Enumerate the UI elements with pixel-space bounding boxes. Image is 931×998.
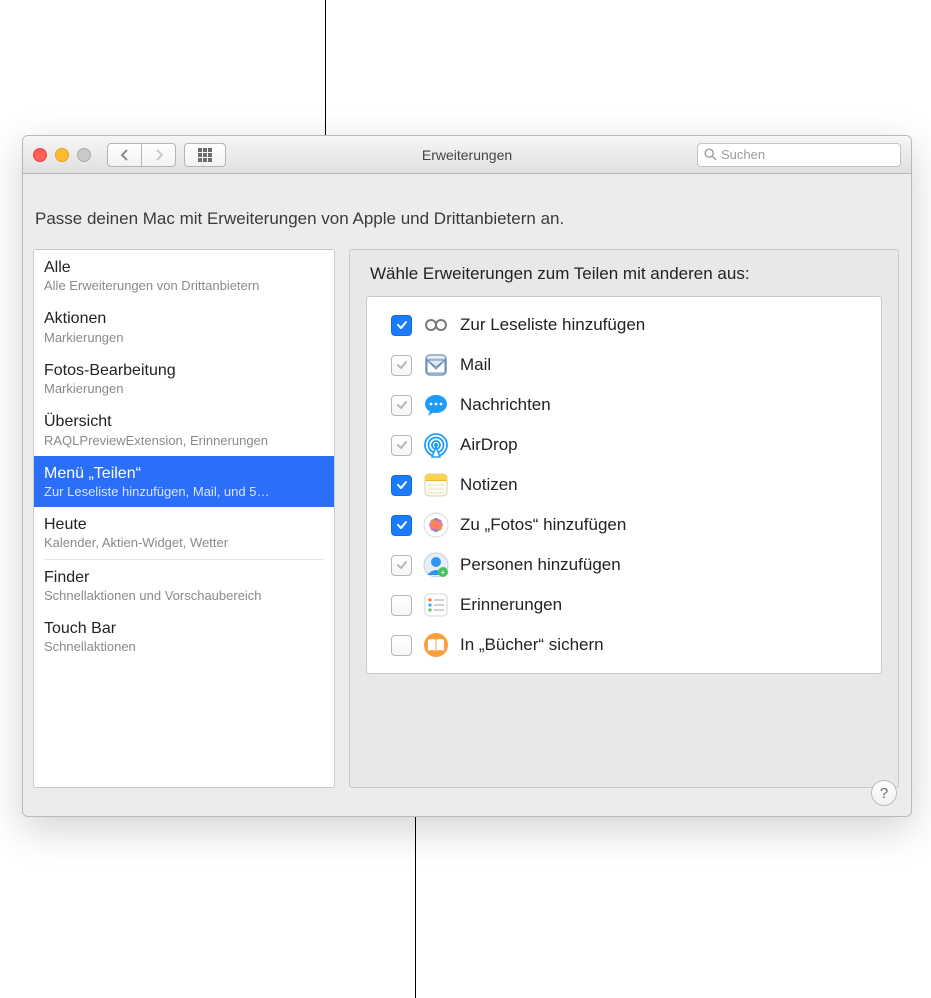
books-icon [422, 631, 450, 659]
sidebar-item-title: Aktionen [44, 309, 324, 328]
notes-icon [422, 471, 450, 499]
extension-row-airdrop: AirDrop [371, 425, 877, 465]
checkbox[interactable] [391, 355, 412, 376]
extension-label: In „Bücher“ sichern [460, 635, 604, 655]
sidebar-item-subtitle: RAQLPreviewExtension, Erinnerungen [44, 433, 324, 449]
checkbox[interactable] [391, 595, 412, 616]
sidebar-item-title: Touch Bar [44, 619, 324, 638]
window-controls [33, 148, 91, 162]
extension-label: Zu „Fotos“ hinzufügen [460, 515, 626, 535]
forward-button[interactable] [142, 143, 176, 167]
extension-row-books: In „Bücher“ sichern [371, 625, 877, 665]
sidebar-item-share-menu[interactable]: Menü „Teilen“ Zur Leseliste hinzufügen, … [34, 456, 334, 507]
sidebar-item-quicklook[interactable]: Übersicht RAQLPreviewExtension, Erinneru… [34, 404, 334, 455]
sidebar-item-subtitle: Zur Leseliste hinzufügen, Mail, und 5… [44, 484, 324, 500]
extension-list: Zur Leseliste hinzufügen Mail Nachrichte… [366, 296, 882, 674]
panel-heading: Wähle Erweiterungen zum Teilen mit ander… [370, 264, 882, 284]
nav-group [107, 143, 176, 167]
page-description: Passe deinen Mac mit Erweiterungen von A… [35, 209, 564, 229]
checkbox[interactable] [391, 555, 412, 576]
extension-label: Personen hinzufügen [460, 555, 621, 575]
search-input[interactable]: Suchen [697, 143, 901, 167]
checkbox[interactable] [391, 435, 412, 456]
extension-label: Mail [460, 355, 491, 375]
sidebar-item-finder[interactable]: Finder Schnellaktionen und Vorschauberei… [34, 560, 334, 611]
grid-icon [198, 148, 212, 162]
search-icon [704, 148, 717, 161]
extension-label: AirDrop [460, 435, 518, 455]
sidebar-item-subtitle: Kalender, Aktien-Widget, Wetter [44, 535, 324, 551]
extension-label: Nachrichten [460, 395, 551, 415]
checkbox[interactable] [391, 635, 412, 656]
sidebar-item-title: Menü „Teilen“ [44, 464, 324, 483]
sidebar-item-today[interactable]: Heute Kalender, Aktien-Widget, Wetter [34, 507, 334, 558]
extension-row-notes: Notizen [371, 465, 877, 505]
checkbox[interactable] [391, 395, 412, 416]
mail-icon [422, 351, 450, 379]
sidebar-item-subtitle: Markierungen [44, 330, 324, 346]
sidebar-item-title: Heute [44, 515, 324, 534]
reminders-icon [422, 591, 450, 619]
search-placeholder: Suchen [721, 147, 765, 162]
photos-icon [422, 511, 450, 539]
extension-label: Notizen [460, 475, 518, 495]
sidebar-item-actions[interactable]: Aktionen Markierungen [34, 301, 334, 352]
sidebar-item-title: Finder [44, 568, 324, 587]
airdrop-icon [422, 431, 450, 459]
sidebar-item-all[interactable]: Alle Alle Erweiterungen von Drittanbiete… [34, 250, 334, 301]
extension-row-readinglist: Zur Leseliste hinzufügen [371, 305, 877, 345]
extension-row-photos: Zu „Fotos“ hinzufügen [371, 505, 877, 545]
extension-row-reminders: Erinnerungen [371, 585, 877, 625]
checkbox[interactable] [391, 315, 412, 336]
glasses-icon [422, 311, 450, 339]
checkbox[interactable] [391, 515, 412, 536]
svg-text:+: + [441, 568, 446, 577]
titlebar: Erweiterungen Suchen [23, 136, 911, 174]
back-button[interactable] [107, 143, 142, 167]
preferences-window: Erweiterungen Suchen Passe deinen Mac mi… [22, 135, 912, 817]
detail-panel: Wähle Erweiterungen zum Teilen mit ander… [349, 249, 899, 788]
extension-row-messages: Nachrichten [371, 385, 877, 425]
extension-row-contacts: + Personen hinzufügen [371, 545, 877, 585]
contacts-icon: + [422, 551, 450, 579]
sidebar-item-touchbar[interactable]: Touch Bar Schnellaktionen [34, 611, 334, 662]
minimize-button[interactable] [55, 148, 69, 162]
messages-icon [422, 391, 450, 419]
show-all-button[interactable] [184, 143, 226, 167]
extension-row-mail: Mail [371, 345, 877, 385]
sidebar: Alle Alle Erweiterungen von Drittanbiete… [33, 249, 335, 788]
extension-label: Zur Leseliste hinzufügen [460, 315, 645, 335]
sidebar-item-subtitle: Markierungen [44, 381, 324, 397]
sidebar-item-subtitle: Schnellaktionen [44, 639, 324, 655]
zoom-button[interactable] [77, 148, 91, 162]
close-button[interactable] [33, 148, 47, 162]
sidebar-item-title: Übersicht [44, 412, 324, 431]
extension-label: Erinnerungen [460, 595, 562, 615]
sidebar-item-title: Alle [44, 258, 324, 277]
sidebar-item-subtitle: Alle Erweiterungen von Drittanbietern [44, 278, 324, 294]
sidebar-item-subtitle: Schnellaktionen und Vorschaubereich [44, 588, 324, 604]
sidebar-item-photos-editing[interactable]: Fotos-Bearbeitung Markierungen [34, 353, 334, 404]
sidebar-item-title: Fotos-Bearbeitung [44, 361, 324, 380]
checkbox[interactable] [391, 475, 412, 496]
help-button[interactable]: ? [871, 780, 897, 806]
